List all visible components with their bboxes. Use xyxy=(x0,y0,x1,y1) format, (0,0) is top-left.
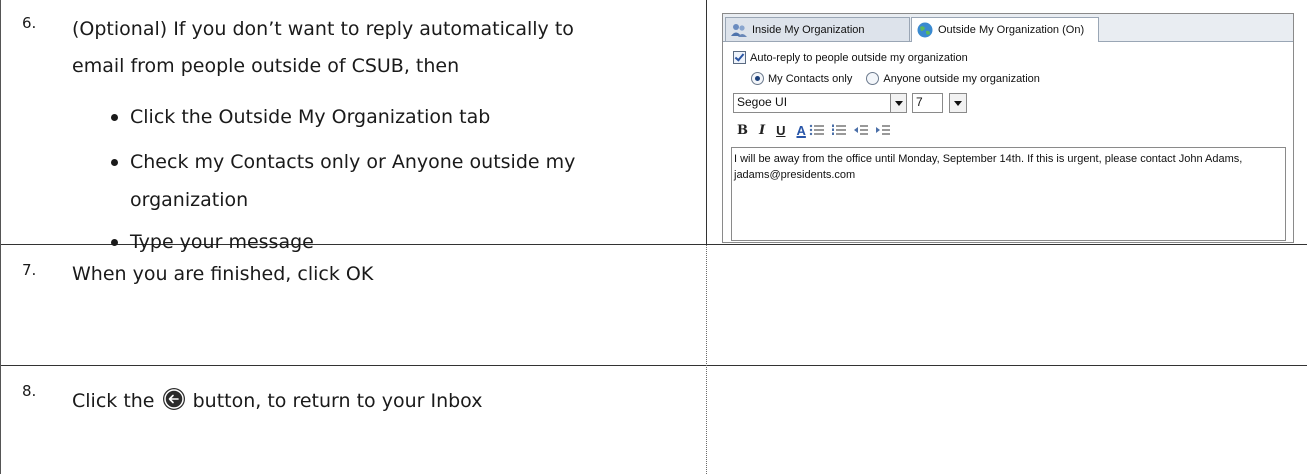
step-number: 6. xyxy=(22,14,37,32)
underline-button[interactable]: U xyxy=(776,123,785,138)
numbered-list-icon[interactable] xyxy=(831,123,847,137)
radio-my-contacts[interactable] xyxy=(751,72,764,85)
format-toolbar: B I U A xyxy=(737,121,897,139)
radio-anyone-outside[interactable] xyxy=(866,72,880,85)
chevron-down-icon[interactable] xyxy=(890,94,906,112)
radio-label: Anyone outside my organization xyxy=(883,72,1040,85)
bullet-icon xyxy=(111,159,118,166)
auto-reply-label: Auto-reply to people outside my organiza… xyxy=(750,51,968,64)
step-text: Click the button, to return to your Inbo… xyxy=(72,388,483,412)
list-item: Check my Contacts only or Anyone outside… xyxy=(111,147,575,215)
step-number: 7. xyxy=(22,261,37,279)
audience-radio-group: My Contacts only Anyone outside my organ… xyxy=(751,72,1040,85)
instruction-table: 6. (Optional) If you don’t want to reply… xyxy=(0,0,1307,474)
font-size-select[interactable]: 7 xyxy=(912,93,943,113)
decrease-indent-icon[interactable] xyxy=(853,123,869,137)
step-row-8: 8. Click the button, to return to your I… xyxy=(0,366,1307,474)
step-text-line: (Optional) If you don’t want to reply au… xyxy=(72,18,574,40)
step-text: When you are finished, click OK xyxy=(72,263,374,285)
step-row-7: 7. When you are finished, click OK xyxy=(0,245,1307,366)
auto-reply-checkbox-row[interactable]: Auto-reply to people outside my organiza… xyxy=(733,51,968,64)
list-item: Click the Outside My Organization tab xyxy=(111,102,575,132)
step-text-line: email from people outside of CSUB, then xyxy=(72,55,460,77)
font-name-select[interactable]: Segoe UI xyxy=(733,93,907,113)
bullet-list-icon[interactable] xyxy=(809,123,825,137)
message-textarea[interactable]: I will be away from the office until Mon… xyxy=(731,147,1286,241)
back-arrow-circle-icon xyxy=(162,388,185,410)
font-color-button[interactable]: A xyxy=(796,123,805,138)
chevron-down-icon[interactable] xyxy=(949,93,967,113)
bold-button[interactable]: B xyxy=(737,123,748,138)
bullet-icon xyxy=(111,114,118,121)
tab-outside-organization[interactable]: Outside My Organization (On) xyxy=(911,17,1099,42)
radio-label: My Contacts only xyxy=(768,72,853,85)
increase-indent-icon[interactable] xyxy=(875,123,891,137)
message-text: I will be away from the office until Mon… xyxy=(734,153,1243,181)
italic-button[interactable]: I xyxy=(759,123,765,138)
globe-icon xyxy=(917,22,933,38)
step-number: 8. xyxy=(22,382,37,400)
auto-reply-pane: Inside My Organization Outside My Organi… xyxy=(722,13,1294,243)
auto-reply-checkbox[interactable] xyxy=(733,51,746,64)
people-icon xyxy=(731,23,747,37)
tab-bar: Inside My Organization Outside My Organi… xyxy=(723,14,1293,42)
tab-inside-organization[interactable]: Inside My Organization xyxy=(725,17,910,41)
